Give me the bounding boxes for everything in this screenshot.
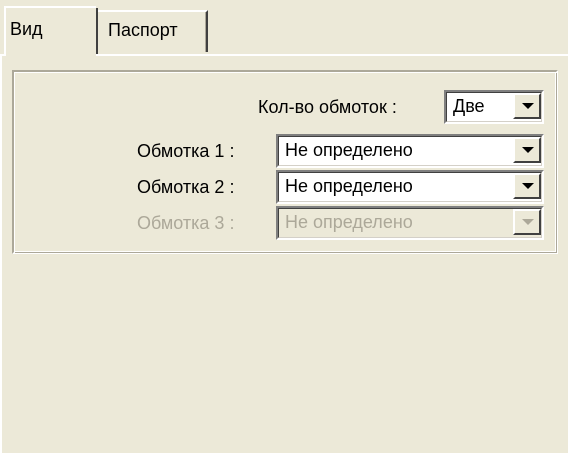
tab-view[interactable]: Вид [4, 6, 98, 56]
winding-count-value: Две [453, 96, 485, 116]
winding3-label: Обмотка 3 : [137, 213, 235, 233]
dialog-window: Вид Паспорт Кол-во обмоток : Две Обмотка… [0, 0, 568, 453]
chevron-down-icon [513, 209, 541, 235]
tab-page-view: Кол-во обмоток : Две Обмотка 1 : Не опре… [0, 54, 568, 453]
windings-group: Кол-во обмоток : Две Обмотка 1 : Не опре… [12, 70, 558, 254]
winding3-select: Не определено [276, 206, 544, 240]
winding2-select[interactable]: Не определено [276, 170, 544, 204]
chevron-down-icon[interactable] [513, 173, 541, 199]
winding2-label: Обмотка 2 : [137, 177, 235, 197]
winding-count-label: Кол-во обмоток : [258, 97, 397, 117]
winding3-value: Не определено [285, 212, 413, 232]
tab-view-label: Вид [10, 19, 43, 39]
winding1-select[interactable]: Не определено [276, 134, 544, 168]
chevron-down-icon[interactable] [513, 93, 541, 119]
chevron-down-icon[interactable] [513, 137, 541, 163]
winding-count-select[interactable]: Две [444, 90, 544, 124]
tab-passport-label: Паспорт [108, 20, 178, 40]
winding2-value: Не определено [285, 176, 413, 196]
tab-passport[interactable]: Паспорт [96, 10, 208, 52]
winding1-value: Не определено [285, 140, 413, 160]
winding1-label: Обмотка 1 : [137, 141, 235, 161]
